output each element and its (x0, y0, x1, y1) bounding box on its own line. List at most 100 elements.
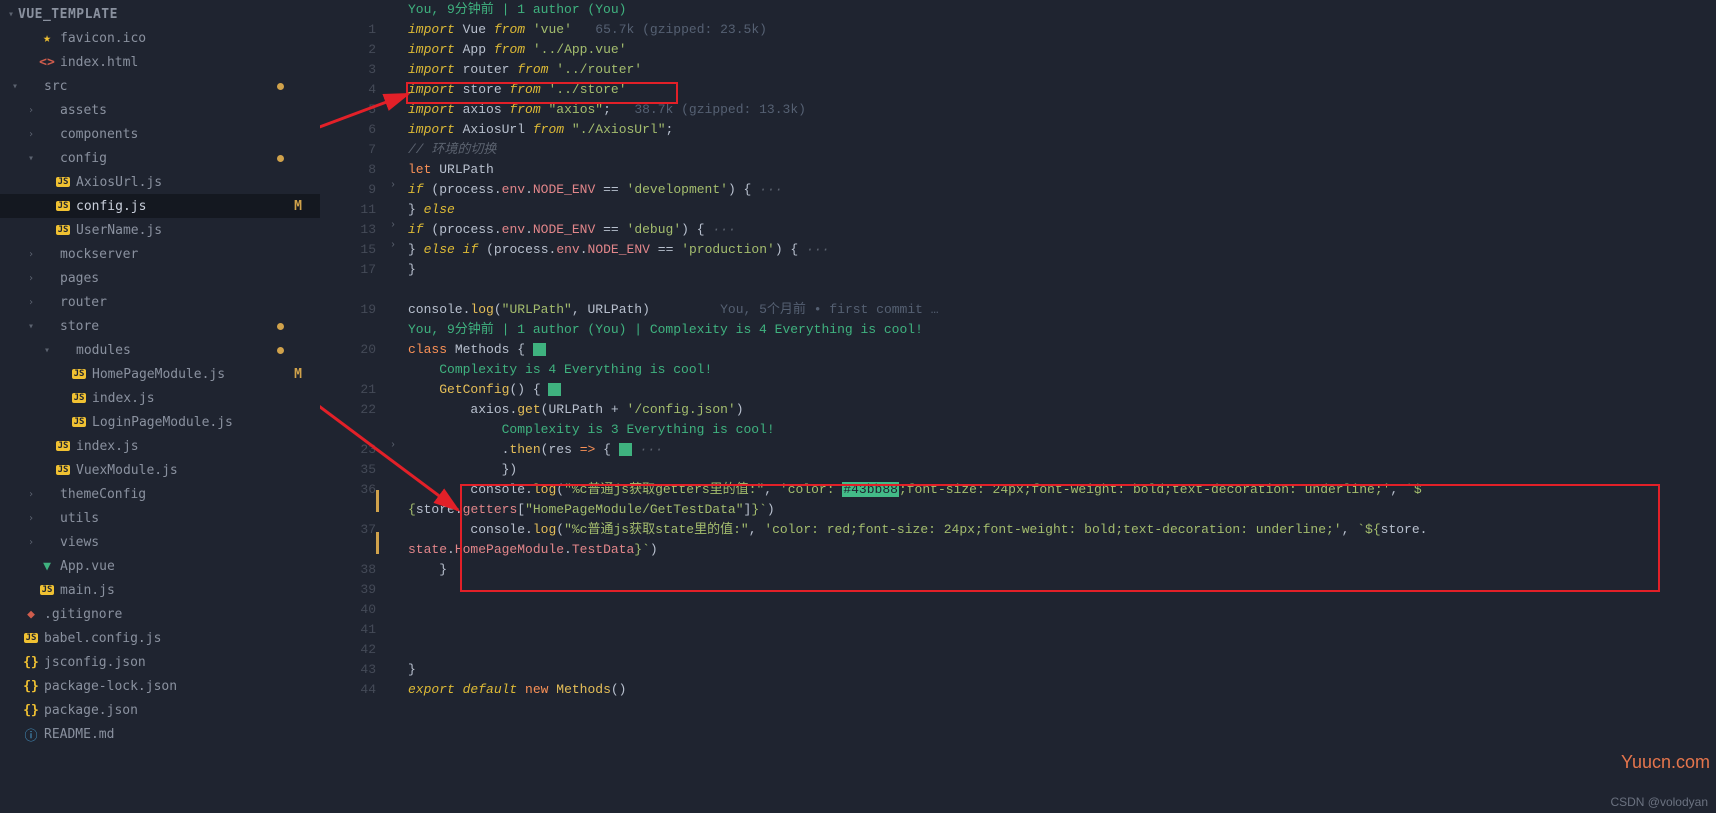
code-line[interactable] (408, 280, 1716, 300)
code-line[interactable]: {store.getters["HomePageModule/GetTestDa… (408, 500, 1716, 520)
fold-chevron-icon[interactable]: › (390, 240, 396, 251)
code-line[interactable]: You, 9分钟前 | 1 author (You) | Complexity … (408, 320, 1716, 340)
code-line[interactable] (408, 640, 1716, 660)
file-label: index.js (76, 439, 139, 454)
file-tree-item[interactable]: ▾src (0, 74, 320, 98)
fold-gutter[interactable]: › › › › (390, 0, 408, 813)
code-line[interactable]: } (408, 660, 1716, 680)
file-tree-item[interactable]: ◆.gitignore (0, 602, 320, 626)
file-tree-item[interactable]: ★favicon.ico (0, 26, 320, 50)
code-line[interactable]: let URLPath (408, 160, 1716, 180)
file-tree-item[interactable]: {}package-lock.json (0, 674, 320, 698)
file-tree-item[interactable]: JSAxiosUrl.js (0, 170, 320, 194)
project-root[interactable]: ▾ VUE_TEMPLATE (0, 2, 320, 26)
file-tree-item[interactable]: ›router (0, 290, 320, 314)
file-label: views (60, 535, 99, 550)
file-tree-item[interactable]: ▾modules (0, 338, 320, 362)
chevron-right-icon: › (24, 297, 38, 308)
line-number: 17 (320, 260, 376, 280)
fold-chevron-icon[interactable]: › (390, 180, 396, 191)
file-tree-item[interactable]: ▼App.vue (0, 554, 320, 578)
code-line[interactable]: import router from '../router' (408, 60, 1716, 80)
line-number: 13 (320, 220, 376, 240)
code-line[interactable]: axios.get(URLPath + '/config.json') (408, 400, 1716, 420)
file-tree-item[interactable]: JSUserName.js (0, 218, 320, 242)
chevron-down-icon: ▾ (4, 9, 18, 20)
modified-dot-icon (277, 83, 284, 90)
file-tree-item[interactable]: JSHomePageModule.jsM (0, 362, 320, 386)
file-label: App.vue (60, 559, 115, 574)
file-tree-item[interactable]: JSindex.js (0, 434, 320, 458)
line-number: 35 (320, 460, 376, 480)
code-editor[interactable]: 1234567891113151719202122233536373839404… (320, 0, 1716, 813)
code-line[interactable]: state.HomePageModule.TestData}`) (408, 540, 1716, 560)
file-label: UserName.js (76, 223, 162, 238)
fold-chevron-icon[interactable]: › (390, 440, 396, 451)
code-line[interactable]: GetConfig() { (408, 380, 1716, 400)
code-line[interactable]: .then(res => { ··· (408, 440, 1716, 460)
code-line[interactable]: }) (408, 460, 1716, 480)
code-line[interactable]: console.log("%c普通js获取getters里的值:", 'colo… (408, 480, 1716, 500)
fold-chevron-icon[interactable]: › (390, 220, 396, 231)
file-tree-item[interactable]: JS index.js (0, 386, 320, 410)
code-line[interactable]: } else (408, 200, 1716, 220)
code-line[interactable]: if (process.env.NODE_ENV == 'development… (408, 180, 1716, 200)
line-number: 39 (320, 580, 376, 600)
code-line[interactable]: } (408, 560, 1716, 580)
code-line[interactable]: } else if (process.env.NODE_ENV == 'prod… (408, 240, 1716, 260)
file-tree-item[interactable]: ›assets (0, 98, 320, 122)
code-line[interactable] (408, 620, 1716, 640)
file-tree-item[interactable]: JSVuexModule.js (0, 458, 320, 482)
file-tree-item[interactable]: {}jsconfig.json (0, 650, 320, 674)
file-label: .gitignore (44, 607, 122, 622)
code-line[interactable]: export default new Methods() (408, 680, 1716, 700)
code-line[interactable]: if (process.env.NODE_ENV == 'debug') { ·… (408, 220, 1716, 240)
file-tree-item[interactable]: ›themeConfig (0, 482, 320, 506)
code-line[interactable] (408, 580, 1716, 600)
line-number (320, 540, 376, 560)
line-number: 40 (320, 600, 376, 620)
code-line[interactable]: Complexity is 4 Everything is cool! (408, 360, 1716, 380)
file-tree-item[interactable]: JSLoginPageModule.js (0, 410, 320, 434)
line-number: 43 (320, 660, 376, 680)
code-line[interactable]: import store from '../store' (408, 80, 1716, 100)
code-line[interactable]: console.log("%c普通js获取state里的值:", 'color:… (408, 520, 1716, 540)
file-tree-item[interactable]: <>index.html (0, 50, 320, 74)
code-line[interactable]: } (408, 260, 1716, 280)
code-line[interactable]: // 环境的切换 (408, 140, 1716, 160)
code-line[interactable]: import axios from "axios"; 38.7k (gzippe… (408, 100, 1716, 120)
code-line[interactable]: import App from '../App.vue' (408, 40, 1716, 60)
file-tree-item[interactable]: ›components (0, 122, 320, 146)
modified-badge: M (294, 367, 302, 382)
file-tree-item[interactable]: {}package.json (0, 698, 320, 722)
chevron-right-icon: › (24, 105, 38, 116)
line-number: 21 (320, 380, 376, 400)
file-tree-item[interactable]: ▾config (0, 146, 320, 170)
js-icon: JS (72, 393, 87, 403)
file-tree-item[interactable]: JSbabel.config.js (0, 626, 320, 650)
file-label: main.js (60, 583, 115, 598)
info-icon: ⓘ (24, 725, 37, 744)
code-area[interactable]: You, 9分钟前 | 1 author (You)import Vue fro… (408, 0, 1716, 813)
code-line[interactable]: class Methods { (408, 340, 1716, 360)
line-number (320, 360, 376, 380)
file-label: index.js (92, 391, 155, 406)
file-tree-item[interactable]: ›views (0, 530, 320, 554)
code-line[interactable]: import AxiosUrl from "./AxiosUrl"; (408, 120, 1716, 140)
file-tree-item[interactable]: JSmain.js (0, 578, 320, 602)
file-tree-item[interactable]: ›mockserver (0, 242, 320, 266)
file-tree-item[interactable]: JSconfig.jsM (0, 194, 320, 218)
file-explorer[interactable]: ▾ VUE_TEMPLATE ★favicon.ico<>index.html▾… (0, 0, 320, 813)
file-tree-item[interactable]: ▾store (0, 314, 320, 338)
code-line[interactable]: import Vue from 'vue' 65.7k (gzipped: 23… (408, 20, 1716, 40)
file-tree-item[interactable]: ›pages (0, 266, 320, 290)
modified-badge: M (294, 199, 302, 214)
file-tree-item[interactable]: ›utils (0, 506, 320, 530)
code-line[interactable] (408, 600, 1716, 620)
line-number: 42 (320, 640, 376, 660)
code-line[interactable]: console.log("URLPath", URLPath) You, 5个月… (408, 300, 1716, 320)
line-number: 38 (320, 560, 376, 580)
file-tree-item[interactable]: ⓘREADME.md (0, 722, 320, 746)
code-line[interactable]: Complexity is 3 Everything is cool! (408, 420, 1716, 440)
chevron-right-icon: › (24, 129, 38, 140)
